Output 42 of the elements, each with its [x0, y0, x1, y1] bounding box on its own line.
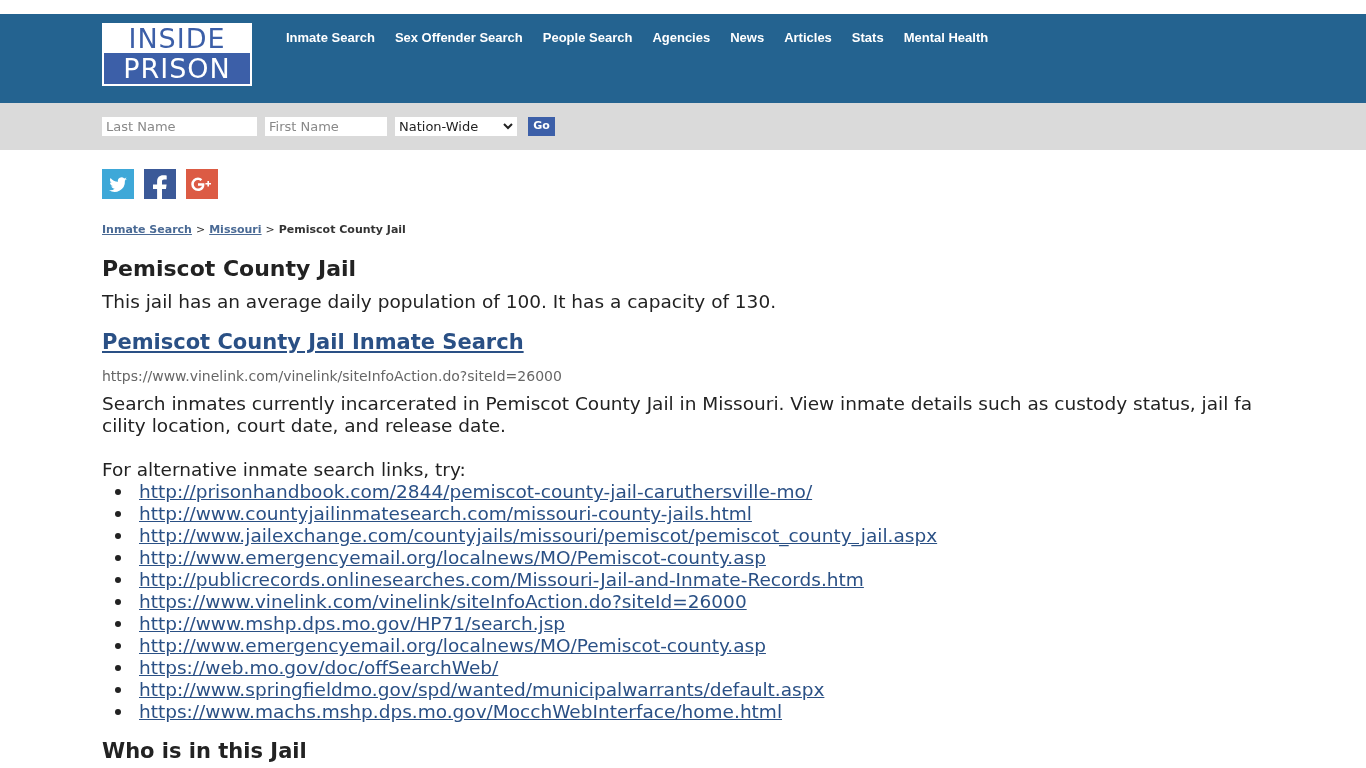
bullet-icon	[115, 511, 121, 517]
first-name-field[interactable]: First Name	[265, 117, 387, 136]
breadcrumb-current: Pemiscot County Jail	[278, 222, 406, 238]
bullet-icon	[115, 577, 121, 583]
nav-link[interactable]: Agencies	[652, 28, 711, 48]
google-plus-icon[interactable]	[186, 169, 218, 199]
go-button[interactable]: Go	[528, 117, 555, 136]
breadcrumb-link[interactable]: Missouri	[209, 222, 262, 239]
section-heading: Who is in this Jail	[102, 739, 308, 763]
result-title-link[interactable]: Pemiscot County Jail Inmate Search	[102, 326, 524, 358]
facebook-icon[interactable]	[144, 169, 176, 199]
breadcrumb-separator: >	[265, 222, 275, 238]
bullet-icon	[115, 621, 121, 627]
twitter-icon[interactable]	[102, 169, 134, 199]
summary-text: This jail has an average daily population of 100. It has a capacity of 130.	[102, 290, 778, 313]
logo[interactable]: INSIDE PRISON	[102, 23, 252, 86]
nav-link[interactable]: News	[730, 28, 765, 48]
nav-link[interactable]: Sex Offender Search	[394, 28, 523, 48]
logo-text: PRISON	[104, 53, 250, 84]
nav-link[interactable]: Inmate Search	[286, 28, 375, 48]
result-description: Search inmates currently incarcerated in Pemiscot County Jail in Missouri. View inmate details such as custody status, jail facility location, court date, and release date.	[102, 393, 1254, 437]
bullet-icon	[115, 489, 121, 495]
nav-link[interactable]: Stats	[851, 28, 884, 48]
nav-link[interactable]: Mental Health	[903, 28, 989, 48]
breadcrumb-separator: >	[195, 222, 206, 238]
bullet-icon	[115, 555, 121, 561]
last-name-field[interactable]: Last Name	[102, 117, 257, 136]
alternatives-intro: For alternative inmate search links, try:	[102, 459, 467, 481]
bullet-icon	[115, 643, 121, 649]
page-title: Pemiscot County Jail	[102, 254, 358, 283]
logo-text: INSIDE	[127, 25, 227, 53]
nav-link[interactable]: People Search	[542, 28, 633, 48]
bullet-icon	[115, 599, 121, 605]
nav-link[interactable]: Articles	[784, 28, 832, 48]
bullet-icon	[115, 533, 121, 539]
region-dropdown[interactable]: Nation-Wide	[395, 117, 517, 136]
caret-icon	[503, 123, 513, 130]
bullet-icon	[115, 665, 121, 671]
result-url: https://www.vinelink.com/vinelink/siteInfoAction.do?siteId=26000	[102, 367, 563, 386]
breadcrumb-link[interactable]: Inmate Search	[102, 222, 192, 239]
bullet-icon	[115, 709, 121, 715]
bullet-icon	[115, 687, 121, 693]
